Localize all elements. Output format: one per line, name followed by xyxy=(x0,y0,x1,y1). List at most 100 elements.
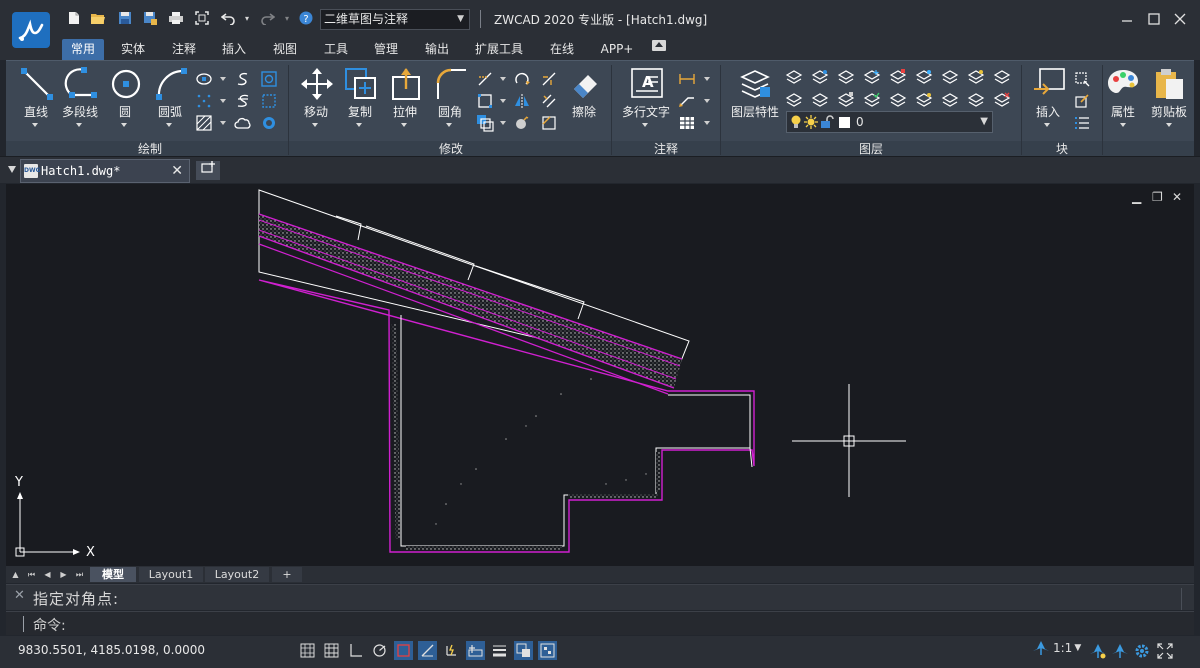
close-icon[interactable]: ✕ xyxy=(171,160,183,182)
revision-cloud-icon[interactable] xyxy=(234,114,252,132)
undo-dropdown-icon[interactable]: ▾ xyxy=(239,10,255,26)
first-tab-icon[interactable]: ⏮ xyxy=(25,568,38,581)
layer-tool-icon[interactable] xyxy=(915,90,933,108)
boundary-icon[interactable] xyxy=(260,92,278,110)
layer-tool-icon[interactable] xyxy=(993,67,1011,85)
tab-common[interactable]: 常用 xyxy=(62,39,104,60)
layer-tool-icon[interactable] xyxy=(811,67,829,85)
layer-tool-icon[interactable] xyxy=(889,90,907,108)
tab-extended-tools[interactable]: 扩展工具 xyxy=(470,39,528,60)
zoom-extents-icon[interactable] xyxy=(194,10,210,26)
close-button[interactable] xyxy=(1167,6,1193,32)
polar-tracking-icon[interactable] xyxy=(370,641,389,660)
fillet-tool-button[interactable]: 圆角 xyxy=(426,67,474,139)
point-icon[interactable] xyxy=(195,92,213,110)
next-tab-icon[interactable]: ▶ xyxy=(57,568,70,581)
selection-cycling-icon[interactable] xyxy=(514,641,533,660)
layer-tool-icon[interactable] xyxy=(967,67,985,85)
add-layout-button[interactable]: + xyxy=(272,567,302,582)
new-file-icon[interactable] xyxy=(66,10,82,26)
layer-tool-icon[interactable] xyxy=(993,90,1011,108)
print-icon[interactable] xyxy=(168,10,184,26)
layer-tool-icon[interactable] xyxy=(967,90,985,108)
layer-select[interactable]: 0 ▼ xyxy=(786,111,993,133)
new-document-tab-button[interactable] xyxy=(196,161,220,180)
gear-icon[interactable] xyxy=(1132,641,1151,660)
layer-tool-icon[interactable] xyxy=(889,67,907,85)
array-icon[interactable] xyxy=(476,114,494,132)
chevron-down-icon[interactable] xyxy=(220,77,226,81)
block-attribute-icon[interactable] xyxy=(1073,114,1091,132)
layer-tool-icon[interactable] xyxy=(863,90,881,108)
grid-display-icon[interactable] xyxy=(322,641,341,660)
chevron-down-icon[interactable] xyxy=(500,99,506,103)
tab-app-plus[interactable]: APP+ xyxy=(594,39,640,60)
ribbon-minimize-button[interactable] xyxy=(652,40,666,51)
leader-icon[interactable] xyxy=(678,92,696,110)
object-snap-icon[interactable] xyxy=(394,641,413,660)
redo-dropdown-icon[interactable]: ▾ xyxy=(279,10,295,26)
tab-view[interactable]: 视图 xyxy=(264,39,306,60)
close-icon[interactable]: ✕ xyxy=(14,588,25,603)
edit-block-icon[interactable] xyxy=(1073,92,1091,110)
layer-tool-icon[interactable] xyxy=(915,67,933,85)
tab-online[interactable]: 在线 xyxy=(541,39,583,60)
tab-annotate[interactable]: 注释 xyxy=(163,39,205,60)
mtext-tool-button[interactable]: A 多行文字 xyxy=(622,67,670,139)
open-file-icon[interactable] xyxy=(90,10,106,26)
redo-icon[interactable] xyxy=(259,10,275,26)
snap-mode-icon[interactable] xyxy=(298,641,317,660)
annotation-visibility-icon[interactable] xyxy=(1110,641,1129,660)
tab-manage[interactable]: 管理 xyxy=(365,39,407,60)
workspace-select[interactable]: 二维草图与注释 ▼ xyxy=(320,9,470,30)
ellipse-icon[interactable] xyxy=(195,70,213,88)
scale-icon[interactable] xyxy=(540,70,558,88)
dynamic-input-icon[interactable] xyxy=(466,641,485,660)
arc-tool-button[interactable]: 圆弧 xyxy=(146,67,194,139)
layer-tool-icon[interactable] xyxy=(837,67,855,85)
undo-icon[interactable] xyxy=(221,10,237,26)
layer-properties-button[interactable]: 图层特性 xyxy=(728,67,782,139)
fullscreen-icon[interactable] xyxy=(1155,641,1174,660)
prev-tab-icon[interactable]: ◀ xyxy=(41,568,54,581)
tab-solid[interactable]: 实体 xyxy=(112,39,154,60)
app-logo-icon[interactable] xyxy=(12,12,50,48)
rotate-icon[interactable] xyxy=(513,70,531,88)
hatch-icon[interactable] xyxy=(195,114,213,132)
document-menu-icon[interactable] xyxy=(8,166,16,173)
annotation-monitor-icon[interactable] xyxy=(538,641,557,660)
insert-block-button[interactable]: 插入 xyxy=(1024,67,1072,139)
command-scrollbar[interactable] xyxy=(1181,588,1191,610)
layer-tool-icon[interactable] xyxy=(785,90,803,108)
annotation-scale-control[interactable]: 1:1 ▼ xyxy=(1032,640,1081,656)
chevron-down-icon[interactable] xyxy=(220,99,226,103)
erase-tool-button[interactable]: 擦除 xyxy=(560,67,608,139)
clipboard-button[interactable]: 剪贴板 xyxy=(1146,67,1192,139)
annotation-autoscale-icon[interactable] xyxy=(1088,641,1107,660)
mirror-icon[interactable] xyxy=(513,92,531,110)
layer-tool-icon[interactable] xyxy=(941,90,959,108)
tab-layout1[interactable]: Layout1 xyxy=(139,567,203,582)
create-block-icon[interactable] xyxy=(1073,70,1091,88)
save-as-icon[interactable] xyxy=(142,10,158,26)
command-input[interactable]: 命令: xyxy=(6,611,1194,635)
layer-tool-icon[interactable] xyxy=(863,67,881,85)
chevron-down-icon[interactable] xyxy=(704,77,710,81)
layer-tool-icon[interactable] xyxy=(941,67,959,85)
lineweight-icon[interactable] xyxy=(490,641,509,660)
explode-icon[interactable] xyxy=(513,114,531,132)
tab-model[interactable]: 模型 xyxy=(90,567,136,582)
chevron-down-icon[interactable] xyxy=(500,77,506,81)
region-icon[interactable] xyxy=(260,70,278,88)
help-icon[interactable]: ? xyxy=(298,10,314,26)
layer-tool-icon[interactable] xyxy=(811,90,829,108)
save-icon[interactable] xyxy=(117,10,133,26)
rectangle-icon[interactable] xyxy=(476,92,494,110)
object-snap-tracking-icon[interactable] xyxy=(418,641,437,660)
trim-icon[interactable] xyxy=(476,70,494,88)
tab-insert[interactable]: 插入 xyxy=(213,39,255,60)
ortho-mode-icon[interactable] xyxy=(346,641,365,660)
last-tab-icon[interactable]: ⏭ xyxy=(73,568,86,581)
chevron-down-icon[interactable] xyxy=(500,121,506,125)
maximize-button[interactable] xyxy=(1141,6,1167,32)
